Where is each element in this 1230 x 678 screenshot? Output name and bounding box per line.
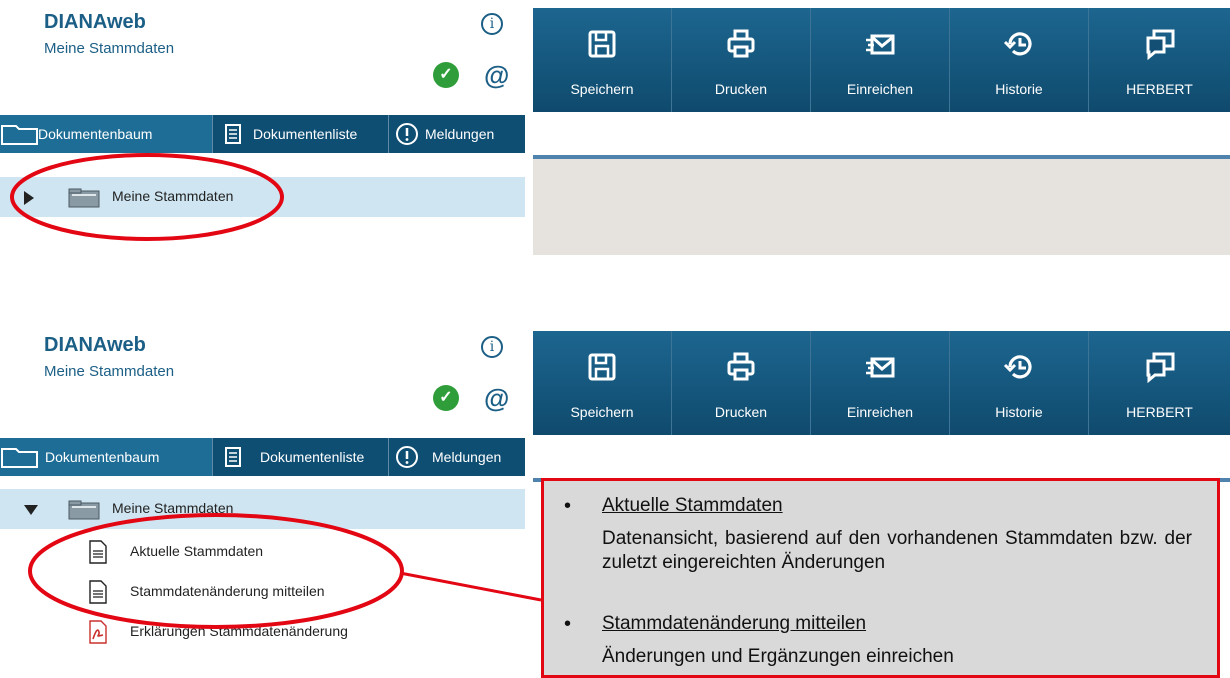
- highlight-ellipse-bottom: [28, 513, 404, 629]
- annotation-overlay: [10, 153, 542, 629]
- callout-connector: [399, 571, 542, 602]
- highlight-ellipse-top: [10, 153, 284, 241]
